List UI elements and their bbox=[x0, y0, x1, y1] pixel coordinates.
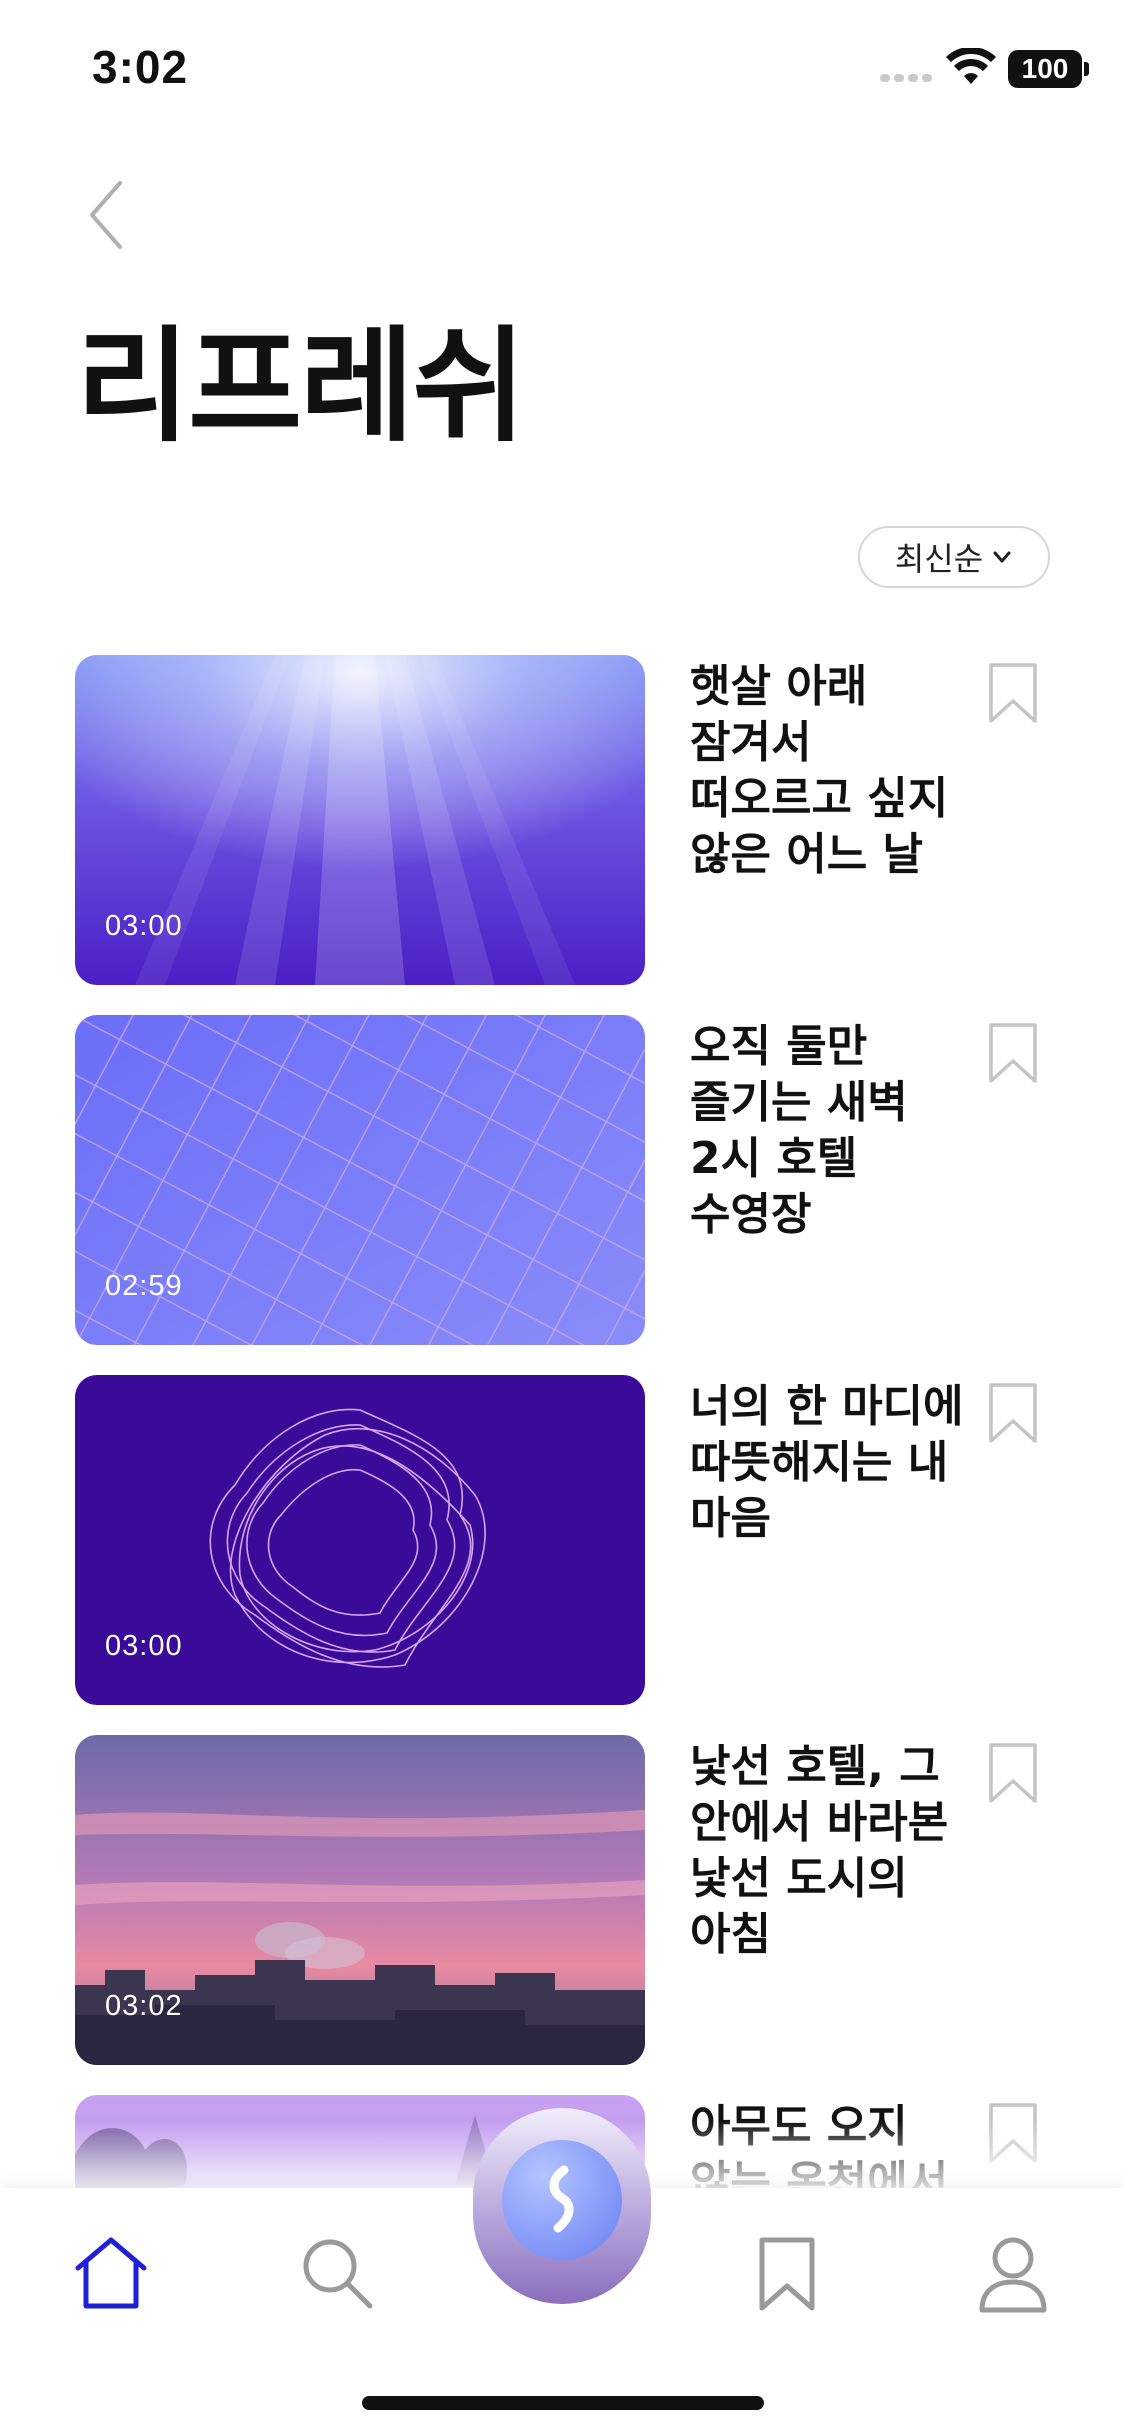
item-title[interactable]: 낯선 호텔, 그 안에서 바라본 낯선 도시의 아침 bbox=[690, 1739, 970, 1963]
duration-label: 03:02 bbox=[105, 1990, 183, 2022]
bookmark-icon[interactable] bbox=[985, 1741, 1041, 1805]
chevron-down-icon bbox=[993, 551, 1011, 563]
cellular-signal-icon bbox=[880, 74, 934, 82]
page-title: 리프레쉬 bbox=[76, 315, 526, 459]
thumbnail-image[interactable]: 03:00 bbox=[75, 655, 645, 985]
status-bar: 3:02 100 bbox=[0, 0, 1125, 140]
duration-label: 03:00 bbox=[105, 1630, 183, 1662]
item-title[interactable]: 햇살 아래 잠겨서 떠오르고 싶지 않은 어느 날 bbox=[690, 659, 970, 883]
duration-label: 02:59 bbox=[105, 1270, 183, 1302]
duration-label: 03:00 bbox=[105, 910, 183, 942]
thumbnail-image[interactable]: 02:59 bbox=[75, 1015, 645, 1345]
status-time: 3:02 bbox=[92, 41, 189, 93]
bookmark-icon[interactable] bbox=[985, 1021, 1041, 1085]
bookmark-icon[interactable] bbox=[742, 2228, 832, 2318]
bookmark-icon[interactable] bbox=[985, 1381, 1041, 1445]
content-list-item[interactable]: 03:00 너의 한 마디에 따뜻해지는 내 마음 bbox=[0, 1375, 1125, 1705]
sort-label: 최신순 bbox=[894, 540, 984, 578]
profile-icon[interactable] bbox=[968, 2228, 1058, 2318]
chevron-left-icon[interactable] bbox=[80, 175, 140, 255]
battery-indicator: 100 bbox=[1008, 50, 1089, 88]
wifi-icon bbox=[946, 48, 996, 84]
item-title[interactable]: 너의 한 마디에 따뜻해지는 내 마음 bbox=[690, 1379, 970, 1547]
thumbnail-image[interactable]: 03:00 bbox=[75, 1375, 645, 1705]
content-list-item[interactable]: 03:02 낯선 호텔, 그 안에서 바라본 낯선 도시의 아침 bbox=[0, 1735, 1125, 2065]
center-play-button[interactable] bbox=[502, 2140, 622, 2260]
thumbnail-image[interactable]: 03:02 bbox=[75, 1735, 645, 2065]
sort-dropdown[interactable]: 최신순 bbox=[858, 526, 1050, 588]
item-title[interactable]: 오직 둘만 즐기는 새벽 2시 호텔 수영장 bbox=[690, 1019, 970, 1243]
bookmark-icon[interactable] bbox=[985, 661, 1041, 725]
home-icon[interactable] bbox=[66, 2228, 156, 2318]
center-play-icon bbox=[549, 2165, 574, 2233]
content-list-item[interactable]: 02:59 오직 둘만 즐기는 새벽 2시 호텔 수영장 bbox=[0, 1015, 1125, 1345]
search-icon[interactable] bbox=[292, 2228, 382, 2318]
home-indicator bbox=[362, 2396, 764, 2410]
content-list-item[interactable]: 03:00 햇살 아래 잠겨서 떠오르고 싶지 않은 어느 날 bbox=[0, 655, 1125, 985]
